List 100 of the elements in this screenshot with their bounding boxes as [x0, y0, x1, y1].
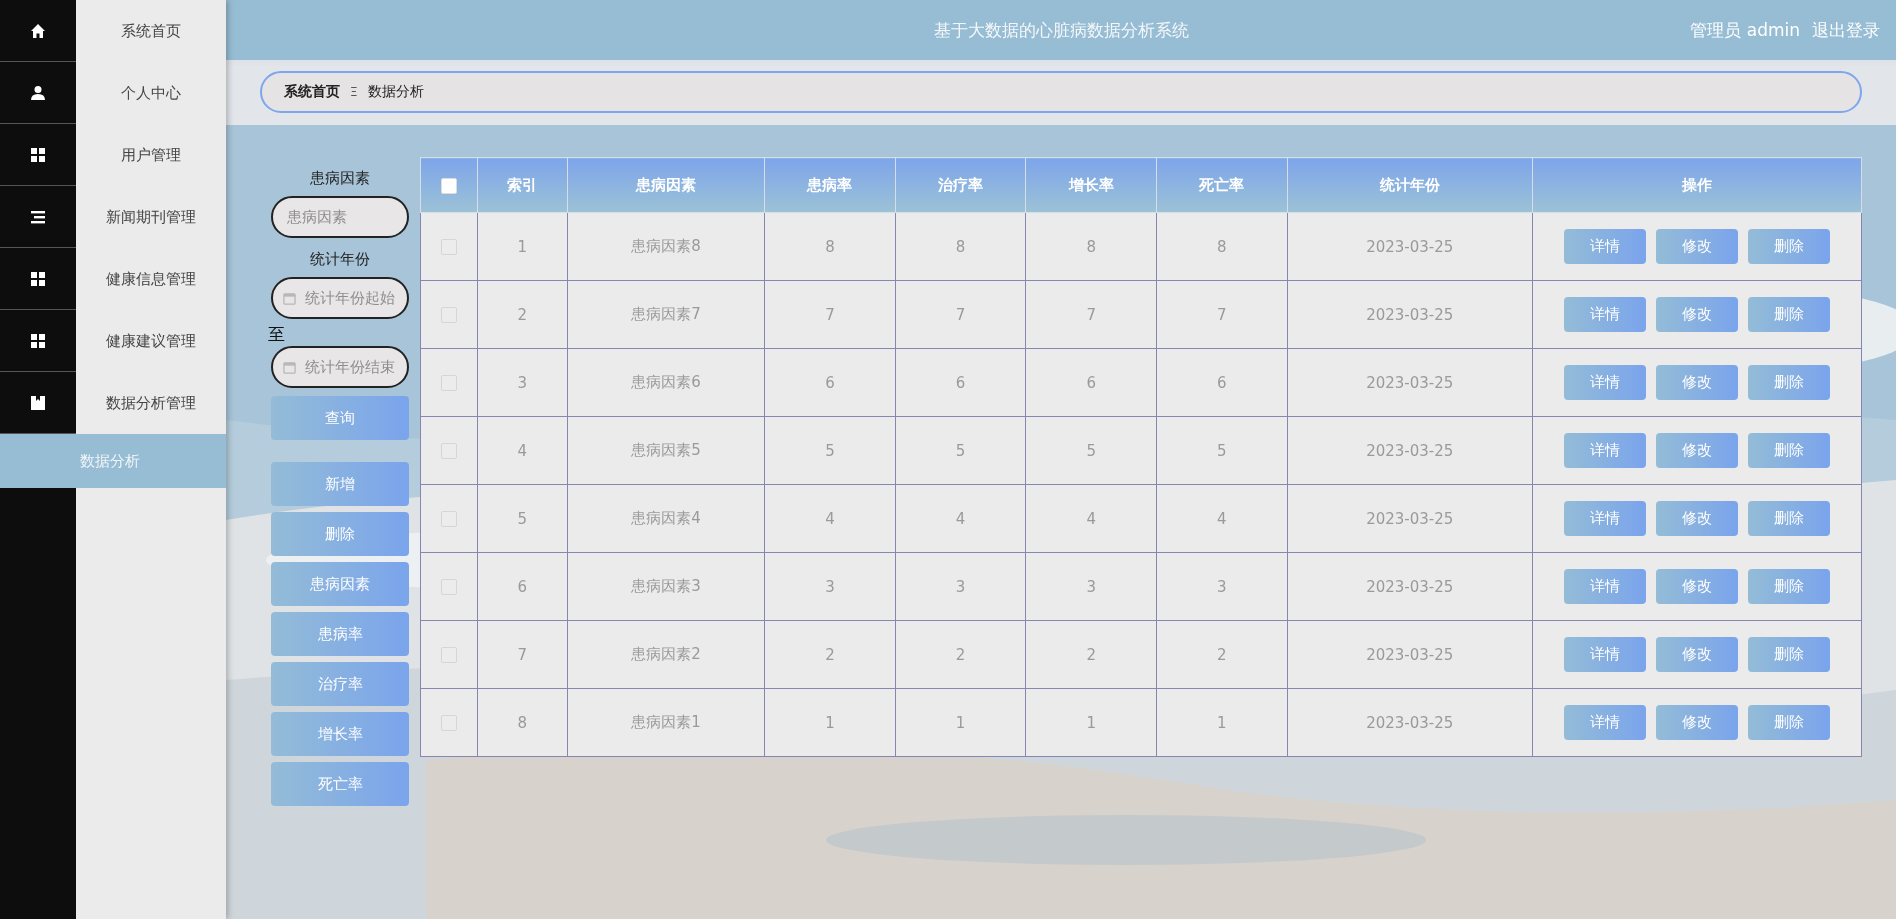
list-icon	[30, 208, 46, 225]
row-action-button[interactable]: 修改	[1656, 569, 1738, 604]
calendar-icon	[283, 361, 296, 374]
table-cell: 7	[895, 280, 1026, 349]
row-action-button[interactable]: 删除	[1748, 229, 1830, 264]
table-cell: 患病因素5	[567, 416, 765, 485]
search-button[interactable]: 查询	[271, 396, 409, 440]
row-action-button[interactable]: 详情	[1564, 637, 1646, 672]
action-button[interactable]: 患病因素	[271, 562, 409, 606]
row-action-button[interactable]: 删除	[1748, 297, 1830, 332]
sidebar-item[interactable]: 用户管理	[76, 124, 226, 186]
table-cell: 7	[1025, 280, 1157, 349]
table-cell: 6	[895, 348, 1026, 417]
table-cell: 4	[764, 484, 896, 553]
table-cell: 8	[477, 688, 568, 757]
table-cell: 1	[764, 688, 896, 757]
filter-label: 统计年份	[310, 250, 370, 269]
logout-link[interactable]: 退出登录	[1812, 18, 1880, 42]
row-action-button[interactable]: 修改	[1656, 365, 1738, 400]
table-cell: 2023-03-25	[1287, 416, 1533, 485]
column-header: 索引	[477, 157, 568, 213]
row-action-button[interactable]: 修改	[1656, 433, 1738, 468]
select-all-checkbox[interactable]	[441, 177, 457, 194]
table-cell: 4	[1025, 484, 1157, 553]
sidebar-item[interactable]: 新闻期刊管理	[76, 186, 226, 248]
admin-label: 管理员 admin	[1690, 18, 1800, 42]
action-button[interactable]: 死亡率	[271, 762, 409, 806]
grid-icon	[30, 332, 46, 349]
filter-label: 患病因素	[310, 169, 370, 188]
table-cell: 3	[1156, 552, 1288, 621]
row-action-button[interactable]: 修改	[1656, 229, 1738, 264]
sidebar-subitem[interactable]: 数据分析	[0, 434, 226, 488]
row-action-button[interactable]: 删除	[1748, 705, 1830, 740]
table-cell: 患病因素4	[567, 484, 765, 553]
table-cell: 5	[895, 416, 1026, 485]
column-header: 患病率	[764, 157, 896, 213]
column-header: 死亡率	[1156, 157, 1288, 213]
table-cell: 7	[1156, 280, 1288, 349]
row-action-button[interactable]: 修改	[1656, 297, 1738, 332]
row-action-button[interactable]: 删除	[1748, 365, 1830, 400]
row-action-button[interactable]: 详情	[1564, 297, 1646, 332]
table-cell: 患病因素3	[567, 552, 765, 621]
sidebar-item[interactable]: 健康信息管理	[76, 248, 226, 310]
row-action-button[interactable]: 详情	[1564, 705, 1646, 740]
row-action-button[interactable]: 删除	[1748, 637, 1830, 672]
breadcrumb-home[interactable]: 系统首页	[284, 83, 340, 101]
action-button[interactable]: 新增	[271, 462, 409, 506]
table-cell: 6	[1025, 348, 1157, 417]
end-year-field[interactable]: 统计年份结束	[271, 346, 409, 388]
table-cell: 1	[1156, 688, 1288, 757]
column-header: 操作	[1532, 157, 1862, 213]
row-action-button[interactable]: 修改	[1656, 637, 1738, 672]
table-cell: 8	[1156, 212, 1288, 281]
table-cell: 2023-03-25	[1287, 484, 1533, 553]
table-cell: 2023-03-25	[1287, 212, 1533, 281]
action-button[interactable]: 增长率	[271, 712, 409, 756]
breadcrumb-separator: Ξ	[350, 85, 358, 99]
action-button[interactable]: 患病率	[271, 612, 409, 656]
row-action-button[interactable]: 修改	[1656, 705, 1738, 740]
table-cell: 患病因素6	[567, 348, 765, 417]
action-button[interactable]: 治疗率	[271, 662, 409, 706]
row-action-button[interactable]: 删除	[1748, 501, 1830, 536]
row-action-button[interactable]: 详情	[1564, 365, 1646, 400]
table-cell: 6	[477, 552, 568, 621]
table-cell: 2023-03-25	[1287, 280, 1533, 349]
factor-input[interactable]: 患病因素	[271, 196, 409, 238]
table-cell: 4	[895, 484, 1026, 553]
row-action-button[interactable]: 删除	[1748, 433, 1830, 468]
row-action-button[interactable]: 详情	[1564, 433, 1646, 468]
table-cell: 5	[1025, 416, 1157, 485]
row-action-button[interactable]: 详情	[1564, 501, 1646, 536]
row-action-button[interactable]: 详情	[1564, 569, 1646, 604]
start-year-field[interactable]: 统计年份起始	[271, 277, 409, 319]
table-cell: 患病因素7	[567, 280, 765, 349]
table-cell: 6	[764, 348, 896, 417]
table-cell: 2	[1025, 620, 1157, 689]
table-cell: 5	[477, 484, 568, 553]
table-cell: 5	[764, 416, 896, 485]
sidebar-item[interactable]: 个人中心	[76, 62, 226, 124]
table-cell: 8	[1025, 212, 1157, 281]
table-cell: 2	[1156, 620, 1288, 689]
action-button[interactable]: 删除	[271, 512, 409, 556]
table-cell: 1	[895, 688, 1026, 757]
row-action-button[interactable]: 删除	[1748, 569, 1830, 604]
calendar-icon	[283, 292, 296, 305]
table-cell: 2	[477, 280, 568, 349]
sidebar-item[interactable]: 系统首页	[76, 0, 226, 62]
sidebar-item[interactable]: 数据分析管理	[76, 372, 226, 434]
table-cell: 3	[477, 348, 568, 417]
row-action-button[interactable]: 详情	[1564, 229, 1646, 264]
sidebar-item[interactable]: 健康建议管理	[76, 310, 226, 372]
grid-icon	[30, 146, 46, 163]
table-cell: 1	[1025, 688, 1157, 757]
row-action-button[interactable]: 修改	[1656, 501, 1738, 536]
table-cell: 2023-03-25	[1287, 348, 1533, 417]
book-icon	[30, 394, 46, 411]
table-cell: 7	[764, 280, 896, 349]
table-cell: 患病因素1	[567, 688, 765, 757]
table-cell: 4	[1156, 484, 1288, 553]
grid-icon	[30, 270, 46, 287]
